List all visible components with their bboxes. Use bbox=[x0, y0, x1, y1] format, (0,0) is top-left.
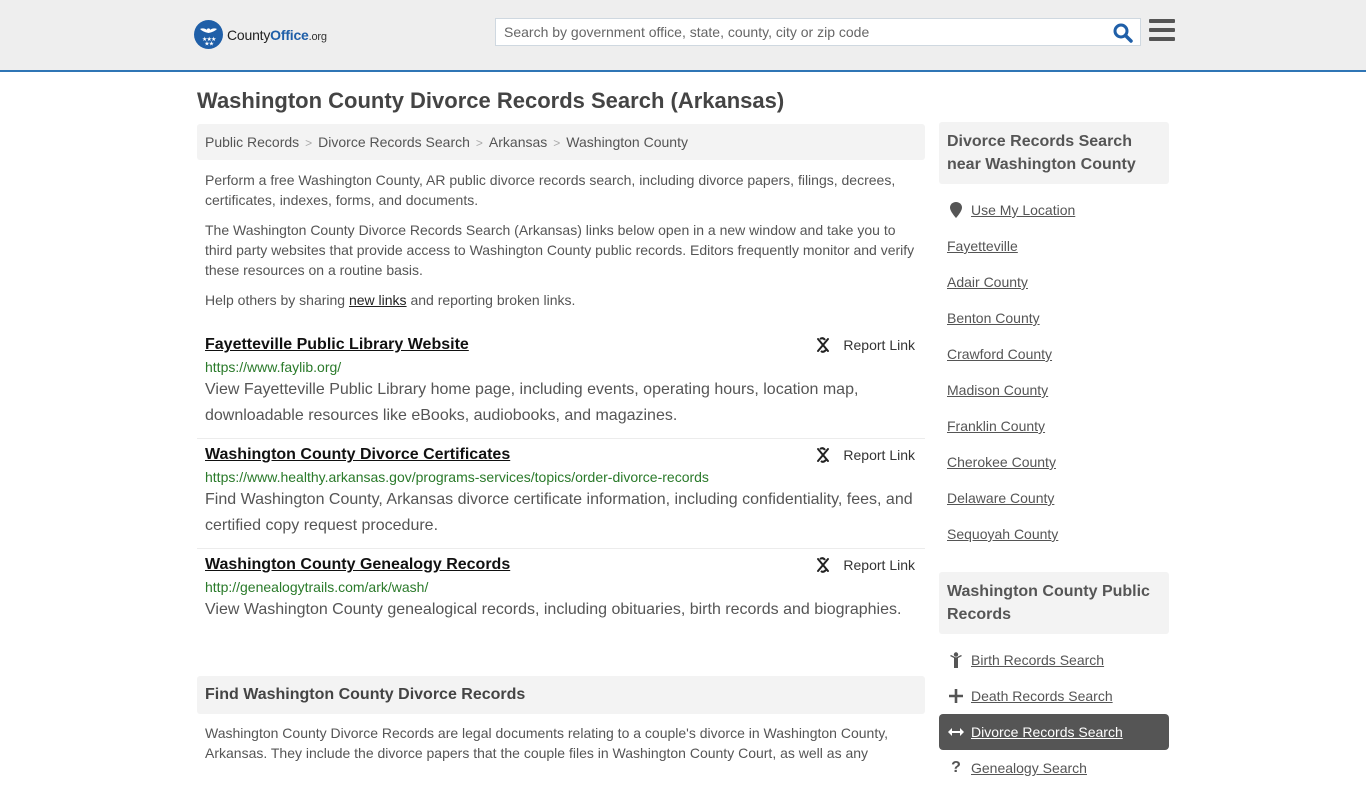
report-link-button[interactable]: Report Link bbox=[815, 557, 915, 573]
result-url: https://www.faylib.org/ bbox=[205, 359, 342, 375]
share-text: and reporting broken links. bbox=[406, 292, 576, 308]
eagle-logo-icon: ★ ★ ★ ★ ★ bbox=[194, 20, 223, 49]
public-records-item-genealogy[interactable]: ? Genealogy Search bbox=[939, 750, 1169, 786]
menu-bar bbox=[1149, 37, 1175, 41]
broken-link-icon bbox=[817, 557, 830, 573]
report-link-label: Report Link bbox=[843, 557, 915, 573]
breadcrumb-divorce-records-search[interactable]: Divorce Records Search bbox=[318, 134, 470, 150]
child-icon bbox=[947, 652, 965, 668]
report-link-button[interactable]: Report Link bbox=[815, 447, 915, 463]
broken-link-icon bbox=[817, 337, 830, 353]
arrows-horizontal-icon bbox=[947, 727, 965, 737]
broken-link-icon bbox=[817, 447, 830, 463]
question-icon: ? bbox=[951, 759, 961, 776]
result-description: View Fayetteville Public Library home pa… bbox=[205, 381, 859, 424]
nearby-item[interactable]: Madison County bbox=[939, 372, 1169, 408]
nearby-link-cherokee-county[interactable]: Cherokee County bbox=[947, 454, 1056, 470]
nearby-link-adair-county[interactable]: Adair County bbox=[947, 274, 1028, 290]
intro-paragraph: The Washington County Divorce Records Se… bbox=[205, 222, 915, 278]
nearby-link-benton-county[interactable]: Benton County bbox=[947, 310, 1040, 326]
public-records-item-death[interactable]: Death Records Search bbox=[939, 678, 1169, 714]
breadcrumb-separator: > bbox=[475, 136, 483, 150]
genealogy-search-link[interactable]: Genealogy Search bbox=[971, 760, 1087, 776]
nearby-item[interactable]: Delaware County bbox=[939, 480, 1169, 516]
search-button[interactable] bbox=[1112, 22, 1134, 44]
logo-text-office: Office bbox=[270, 26, 309, 43]
breadcrumb-washington-county[interactable]: Washington County bbox=[566, 134, 688, 150]
search-box bbox=[495, 18, 1141, 46]
share-links-paragraph: Help others by sharing new links and rep… bbox=[197, 290, 925, 310]
result-description: View Washington County genealogical reco… bbox=[205, 601, 902, 618]
nearby-link-madison-county[interactable]: Madison County bbox=[947, 382, 1048, 398]
public-records-heading: Washington County Public Records bbox=[939, 572, 1169, 634]
map-marker-icon bbox=[947, 202, 965, 218]
page-title: Washington County Divorce Records Search… bbox=[197, 88, 785, 113]
main-content: Public Records > Divorce Records Search > Ar… bbox=[197, 124, 925, 632]
breadcrumb-public-records[interactable]: Public Records bbox=[205, 134, 299, 150]
svg-text:★: ★ bbox=[209, 41, 214, 48]
result-url: https://www.healthy.arkansas.gov/program… bbox=[205, 469, 709, 485]
breadcrumb: Public Records > Divorce Records Search > Ar… bbox=[197, 124, 925, 160]
use-my-location-link[interactable]: Use My Location bbox=[971, 202, 1075, 218]
nearby-item[interactable]: Cherokee County bbox=[939, 444, 1169, 480]
hamburger-menu-icon[interactable] bbox=[1149, 19, 1175, 43]
use-my-location-item[interactable]: Use My Location bbox=[939, 192, 1169, 228]
result-item: Fayetteville Public Library Website Repo… bbox=[197, 329, 925, 439]
nearby-list: Use My Location Fayetteville Adair Count… bbox=[939, 192, 1169, 552]
result-description: Find Washington County, Arkansas divorce… bbox=[205, 491, 913, 534]
logo-text-org: .org bbox=[308, 30, 327, 43]
share-text: Help others by sharing bbox=[205, 292, 349, 308]
search-input[interactable] bbox=[496, 19, 1096, 45]
site-header: ★ ★ ★ ★ ★ CountyOffice.org bbox=[0, 0, 1366, 72]
result-item: Washington County Divorce Certificates R… bbox=[197, 439, 925, 549]
report-link-button[interactable]: Report Link bbox=[815, 337, 915, 353]
menu-bar bbox=[1149, 28, 1175, 32]
report-link-label: Report Link bbox=[843, 447, 915, 463]
nearby-link-fayetteville[interactable]: Fayetteville bbox=[947, 238, 1018, 254]
nearby-link-delaware-county[interactable]: Delaware County bbox=[947, 490, 1054, 506]
nearby-link-crawford-county[interactable]: Crawford County bbox=[947, 346, 1052, 362]
public-records-item-birth[interactable]: Birth Records Search bbox=[939, 642, 1169, 678]
nearby-item[interactable]: Benton County bbox=[939, 300, 1169, 336]
public-records-list: Birth Records Search Death Records Searc… bbox=[939, 642, 1169, 786]
search-icon bbox=[1113, 23, 1133, 43]
result-url: http://genealogytrails.com/ark/wash/ bbox=[205, 579, 429, 595]
plus-icon bbox=[947, 689, 965, 703]
birth-records-link[interactable]: Birth Records Search bbox=[971, 652, 1104, 668]
find-records-text: Washington County Divorce Records are le… bbox=[205, 725, 889, 761]
nearby-item[interactable]: Adair County bbox=[939, 264, 1169, 300]
report-link-label: Report Link bbox=[843, 337, 915, 353]
find-records-heading: Find Washington County Divorce Records bbox=[197, 676, 925, 714]
result-title-link[interactable]: Washington County Genealogy Records bbox=[205, 556, 510, 574]
breadcrumb-separator: > bbox=[553, 136, 561, 150]
menu-bar bbox=[1149, 19, 1175, 23]
breadcrumb-separator: > bbox=[305, 136, 313, 150]
result-title-link[interactable]: Fayetteville Public Library Website bbox=[205, 336, 469, 354]
nearby-heading: Divorce Records Search near Washington C… bbox=[939, 122, 1169, 184]
new-links-link[interactable]: new links bbox=[349, 292, 407, 308]
sidebar: Divorce Records Search near Washington C… bbox=[939, 122, 1169, 786]
nearby-item[interactable]: Franklin County bbox=[939, 408, 1169, 444]
nearby-item[interactable]: Fayetteville bbox=[939, 228, 1169, 264]
logo-text-county: County bbox=[227, 26, 271, 43]
intro: Perform a free Washington County, AR pub… bbox=[197, 170, 925, 310]
nearby-link-franklin-county[interactable]: Franklin County bbox=[947, 418, 1045, 434]
death-records-link[interactable]: Death Records Search bbox=[971, 688, 1113, 704]
result-title-link[interactable]: Washington County Divorce Certificates bbox=[205, 446, 510, 464]
site-logo[interactable]: ★ ★ ★ ★ ★ CountyOffice.org bbox=[194, 20, 327, 49]
logo-wordmark: CountyOffice.org bbox=[227, 27, 327, 43]
breadcrumb-arkansas[interactable]: Arkansas bbox=[489, 134, 547, 150]
nearby-item[interactable]: Sequoyah County bbox=[939, 516, 1169, 552]
public-records-item-divorce[interactable]: Divorce Records Search bbox=[939, 714, 1169, 750]
nearby-item[interactable]: Crawford County bbox=[939, 336, 1169, 372]
result-item: Washington County Genealogy Records Repo… bbox=[197, 549, 925, 632]
nearby-link-sequoyah-county[interactable]: Sequoyah County bbox=[947, 526, 1058, 542]
divorce-records-link[interactable]: Divorce Records Search bbox=[971, 724, 1123, 740]
intro-paragraph: Perform a free Washington County, AR pub… bbox=[205, 172, 896, 208]
